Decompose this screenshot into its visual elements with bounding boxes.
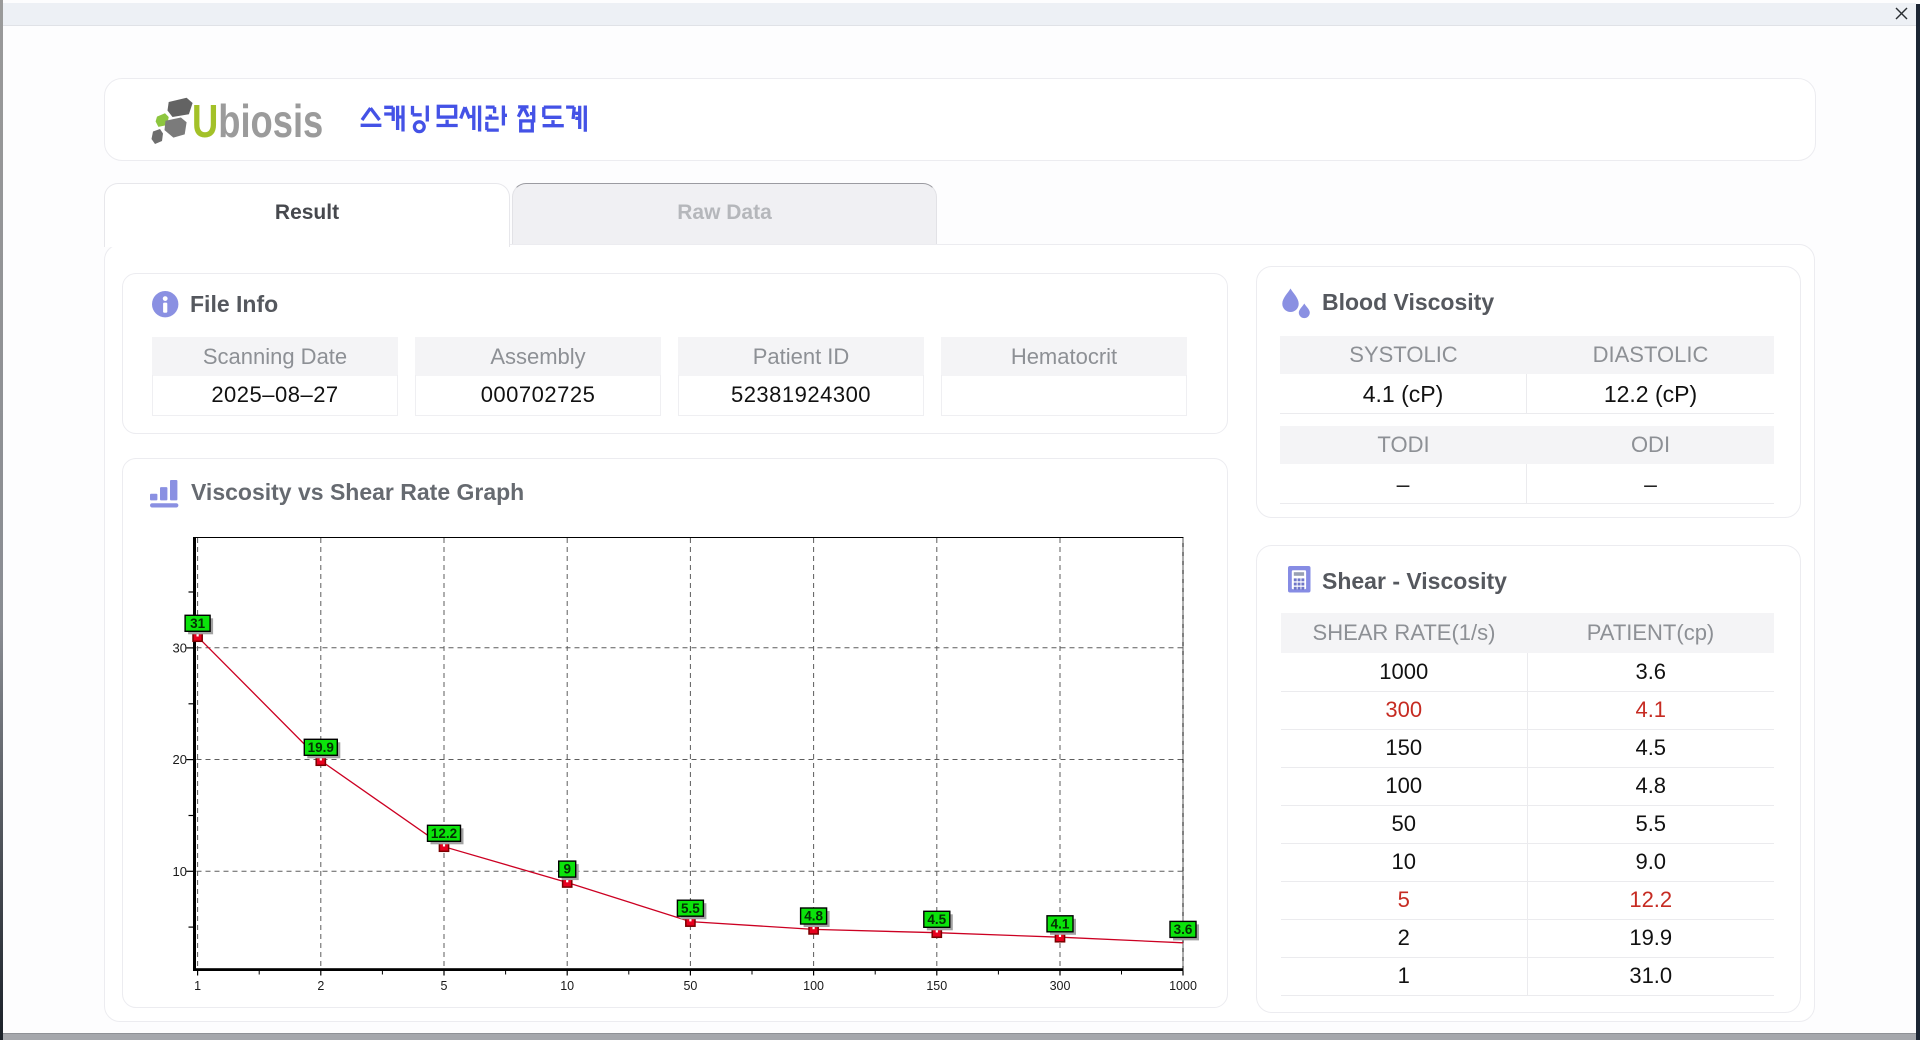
svg-text:20: 20 xyxy=(173,752,187,767)
svg-text:10: 10 xyxy=(560,979,574,993)
svg-text:4.1: 4.1 xyxy=(1051,916,1070,931)
svg-text:5: 5 xyxy=(441,979,448,993)
svg-text:50: 50 xyxy=(683,979,697,993)
svg-text:4.8: 4.8 xyxy=(804,909,823,924)
svg-text:10: 10 xyxy=(173,864,187,879)
svg-text:300: 300 xyxy=(1050,979,1071,993)
svg-text:9: 9 xyxy=(563,862,571,877)
svg-text:150: 150 xyxy=(926,979,947,993)
svg-text:4.5: 4.5 xyxy=(927,912,946,927)
svg-text:1: 1 xyxy=(194,979,201,993)
svg-text:2: 2 xyxy=(317,979,324,993)
svg-text:3.6: 3.6 xyxy=(1174,922,1193,937)
svg-text:5.5: 5.5 xyxy=(681,901,700,916)
svg-text:30: 30 xyxy=(173,640,187,655)
svg-text:100: 100 xyxy=(803,979,824,993)
svg-text:31: 31 xyxy=(190,616,206,631)
svg-text:19.9: 19.9 xyxy=(308,740,334,755)
svg-text:1000: 1000 xyxy=(1169,979,1197,993)
svg-text:12.2: 12.2 xyxy=(431,826,457,841)
